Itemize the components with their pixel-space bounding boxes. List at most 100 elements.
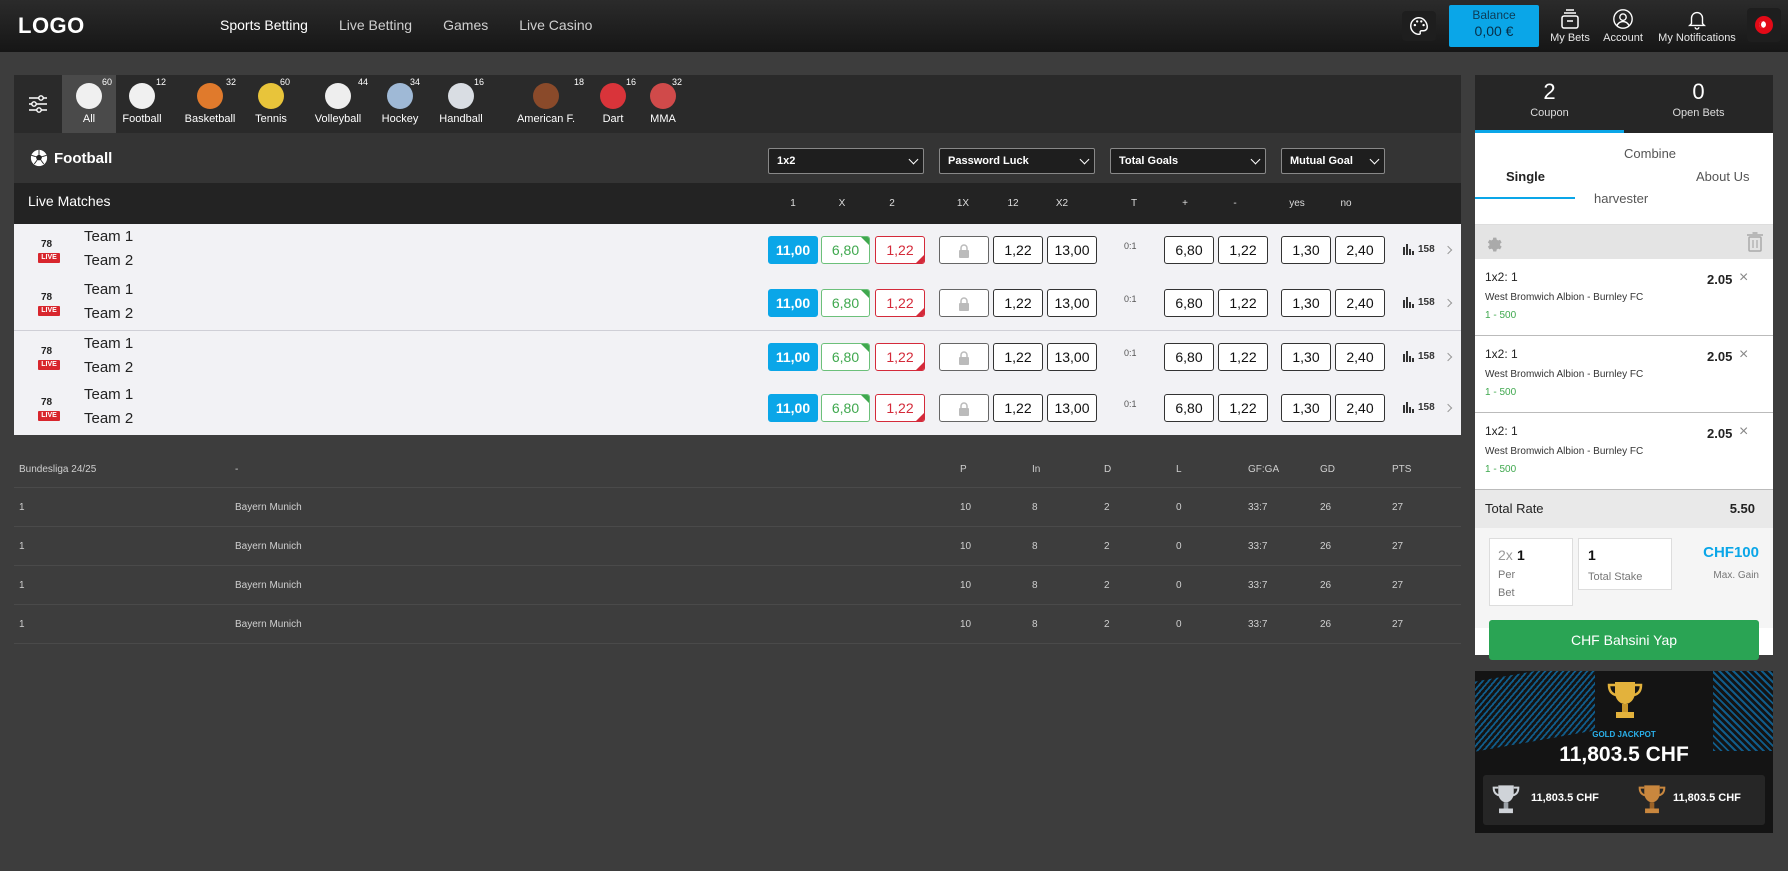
sport-tab-all[interactable]: 60 All: [62, 75, 116, 133]
language-flag-button[interactable]: [1747, 8, 1781, 42]
odd-over-button[interactable]: 6,80: [1164, 289, 1214, 317]
standings-row[interactable]: 1 Bayern Munich 10 8 2 0 33:7 26 27: [14, 488, 1461, 527]
lock-icon: [959, 351, 969, 365]
theme-palette-button[interactable]: [1402, 11, 1436, 41]
col-header-minus: -: [1233, 198, 1237, 209]
total-stake-input[interactable]: 1 Total Stake: [1578, 538, 1672, 590]
match-stats-link[interactable]: 158: [1403, 297, 1435, 308]
market-select-total-goals[interactable]: Total Goals: [1110, 148, 1266, 174]
standings-row[interactable]: 1 Bayern Munich 10 8 2 0 33:7 26 27: [14, 605, 1461, 644]
sport-tab-basketball[interactable]: 32 Basketball: [180, 75, 240, 133]
notifications-button[interactable]: My Notifications: [1656, 8, 1738, 44]
remove-selection-icon[interactable]: ×: [1739, 423, 1748, 441]
odd-2-button[interactable]: 1,22: [875, 394, 925, 422]
market-select-mutual-goal[interactable]: Mutual Goal: [1281, 148, 1385, 174]
chevron-right-icon[interactable]: [1443, 245, 1453, 255]
odd-x2-button[interactable]: 13,00: [1047, 289, 1097, 317]
nav-games[interactable]: Games: [443, 17, 488, 33]
odd-under-button[interactable]: 1,22: [1218, 289, 1268, 317]
sport-tab-american-f[interactable]: 18 American F.: [504, 75, 588, 133]
odd-2-button[interactable]: 1,22: [875, 236, 925, 264]
remove-selection-icon[interactable]: ×: [1739, 269, 1748, 287]
odd-12-button[interactable]: 1,22: [993, 394, 1043, 422]
sport-tab-hockey[interactable]: 34 Hockey: [376, 75, 424, 133]
remove-selection-icon[interactable]: ×: [1739, 346, 1748, 364]
sport-tab-volleyball[interactable]: 44 Volleyball: [304, 75, 372, 133]
odd-1-button[interactable]: 11,00: [768, 343, 818, 371]
match-stats-link[interactable]: 158: [1403, 351, 1435, 362]
per-bet-input[interactable]: 2x 1 Per Bet: [1489, 538, 1573, 606]
nav-live-betting[interactable]: Live Betting: [339, 17, 412, 33]
mode-single[interactable]: Single: [1506, 169, 1545, 184]
mode-harvester[interactable]: harvester: [1594, 191, 1648, 206]
odd-under-button[interactable]: 1,22: [1218, 394, 1268, 422]
odd-under-button[interactable]: 1,22: [1218, 236, 1268, 264]
odd-12-button[interactable]: 1,22: [993, 343, 1043, 371]
odd-12-button[interactable]: 1,22: [993, 236, 1043, 264]
odd-x2-button[interactable]: 13,00: [1047, 343, 1097, 371]
match-stats-link[interactable]: 158: [1403, 402, 1435, 413]
col-header-1x: 1X: [956, 198, 970, 209]
jackpot-banner[interactable]: GOLD JACKPOT 11,803.5 CHF 11,803.5 CHF 1…: [1475, 671, 1773, 833]
odd-2-button[interactable]: 1,22: [875, 343, 925, 371]
mode-combine[interactable]: Combine: [1624, 146, 1676, 161]
silver-jackpot-value: 11,803.5 CHF: [1531, 792, 1599, 804]
odd-under-button[interactable]: 1,22: [1218, 343, 1268, 371]
odd-2-button[interactable]: 1,22: [875, 289, 925, 317]
sport-tab-handball[interactable]: 16 Handball: [434, 75, 488, 133]
sport-name: American F.: [516, 113, 576, 125]
odd-x-button[interactable]: 6,80: [821, 394, 870, 422]
odd-no-button[interactable]: 2,40: [1335, 394, 1385, 422]
logo[interactable]: LOGO: [18, 13, 85, 39]
odd-12-button[interactable]: 1,22: [993, 289, 1043, 317]
match-row[interactable]: 78 LIVE Team 1 Team 2 11,00 6,80 1,22 1,22 13,00…: [14, 382, 1461, 435]
odd-x2-button[interactable]: 13,00: [1047, 394, 1097, 422]
match-row[interactable]: 78 LIVE Team 1 Team 2 11,00 6,80 1,22 1,22 13,00…: [14, 330, 1461, 383]
sport-tab-football[interactable]: 12 Football: [114, 75, 170, 133]
sport-tab-tennis[interactable]: 60 Tennis: [248, 75, 294, 133]
chevron-right-icon[interactable]: [1443, 352, 1453, 362]
match-row[interactable]: 78 LIVE Team 1 Team 2 11,00 6,80 1,22 1,22 13,00…: [14, 277, 1461, 330]
standings-row[interactable]: 1 Bayern Munich 10 8 2 0 33:7 26 27: [14, 527, 1461, 566]
odd-over-button[interactable]: 6,80: [1164, 236, 1214, 264]
odd-no-button[interactable]: 2,40: [1335, 289, 1385, 317]
balance-button[interactable]: Balance 0,00 €: [1449, 5, 1539, 47]
nav-live-casino[interactable]: Live Casino: [519, 17, 592, 33]
odd-yes-button[interactable]: 1,30: [1281, 289, 1331, 317]
chevron-right-icon[interactable]: [1443, 403, 1453, 413]
match-stats-link[interactable]: 158: [1403, 244, 1435, 255]
place-bet-button[interactable]: CHF Bahsini Yap: [1489, 620, 1759, 660]
sport-tab-mma[interactable]: 32 MMA: [640, 75, 686, 133]
match-row[interactable]: 78 LIVE Team 1 Team 2 11,00 6,80 1,22 1,22 13,00…: [14, 224, 1461, 277]
sport-tab-dart[interactable]: 16 Dart: [586, 75, 640, 133]
odd-1-button[interactable]: 11,00: [768, 394, 818, 422]
odd-yes-button[interactable]: 1,30: [1281, 236, 1331, 264]
standings-lost: 0: [1176, 502, 1182, 513]
standings-row[interactable]: 1 Bayern Munich 10 8 2 0 33:7 26 27: [14, 566, 1461, 605]
odd-yes-button[interactable]: 1,30: [1281, 343, 1331, 371]
odd-over-button[interactable]: 6,80: [1164, 343, 1214, 371]
gear-icon[interactable]: [1484, 233, 1503, 252]
filter-settings-button[interactable]: [14, 75, 62, 133]
market-select-1x2[interactable]: 1x2: [768, 148, 924, 174]
chevron-right-icon[interactable]: [1443, 298, 1453, 308]
odd-no-button[interactable]: 2,40: [1335, 343, 1385, 371]
tab-coupon[interactable]: 2 Coupon: [1475, 79, 1624, 133]
odd-1-button[interactable]: 11,00: [768, 236, 818, 264]
odd-x2-button[interactable]: 13,00: [1047, 236, 1097, 264]
mode-about-us[interactable]: About Us: [1696, 169, 1749, 184]
odd-x-button[interactable]: 6,80: [821, 343, 870, 371]
odd-yes-button[interactable]: 1,30: [1281, 394, 1331, 422]
market-select-password-luck[interactable]: Password Luck: [939, 148, 1095, 174]
trash-icon[interactable]: [1747, 232, 1763, 252]
nav-sports-betting[interactable]: Sports Betting: [220, 17, 308, 33]
odd-no-button[interactable]: 2,40: [1335, 236, 1385, 264]
odd-x-button[interactable]: 6,80: [821, 236, 870, 264]
home-team: Team 1: [84, 386, 134, 403]
odd-over-button[interactable]: 6,80: [1164, 394, 1214, 422]
account-button[interactable]: Account: [1600, 8, 1646, 44]
odd-x-button[interactable]: 6,80: [821, 289, 870, 317]
tab-open-bets[interactable]: 0 Open Bets: [1624, 79, 1773, 119]
my-bets-button[interactable]: My Bets: [1548, 8, 1592, 44]
odd-1-button[interactable]: 11,00: [768, 289, 818, 317]
